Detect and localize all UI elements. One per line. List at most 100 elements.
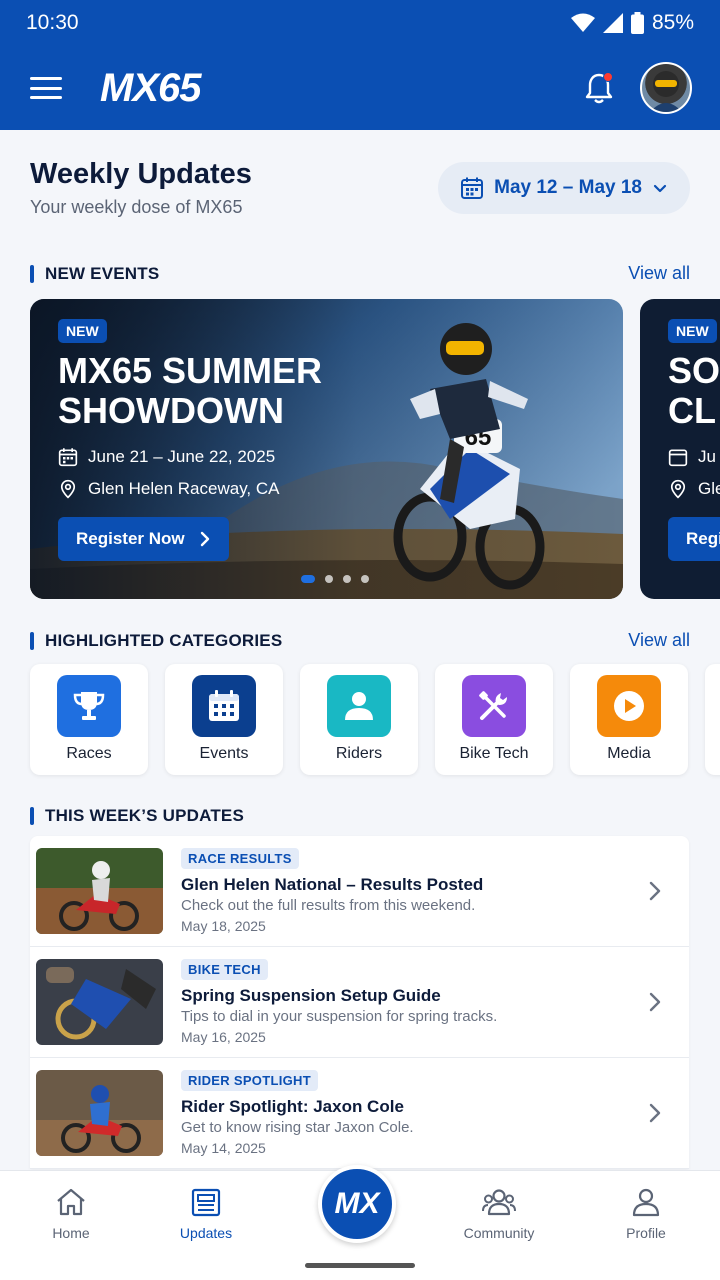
home-icon [57,1188,85,1216]
signal-icon [602,13,623,33]
carousel-dot[interactable] [343,575,351,583]
carousel-dot-active[interactable] [301,575,315,583]
category-tile-peek[interactable] [705,664,720,775]
chevron-right-icon [200,531,209,547]
update-date: May 16, 2025 [181,1029,266,1045]
register-now-button[interactable]: Register Now [58,517,229,561]
event-card-peek[interactable]: NEW SO CL Ju Gle Regi [640,299,720,599]
category-tag: RACE RESULTS [181,848,299,869]
nav-profile-label: Profile [626,1225,666,1241]
category-media[interactable]: Media [570,664,688,775]
notification-dot [603,72,613,82]
section-title-new-events: NEW EVENTS [30,264,159,284]
update-title: Spring Suspension Setup Guide [181,986,441,1005]
section-title-updates: THIS WEEK’S UPDATES [30,806,244,826]
calendar-icon [668,449,688,467]
chevron-right-icon [649,1103,661,1123]
nav-home-label: Home [52,1225,90,1241]
nav-home[interactable]: Home [16,1187,126,1241]
carousel-dots [301,575,369,583]
date-range-selector[interactable]: May 12 – May 18 [438,162,690,214]
location-pin-icon [670,479,686,499]
main-content: Weekly Updates Your weekly dose of MX65 … [0,130,720,1170]
updates-header: THIS WEEK’S UPDATES [30,806,690,826]
list-item[interactable]: RACE RESULTS Glen Helen National – Resul… [30,836,689,947]
nav-community-label: Community [463,1225,535,1241]
category-row: Races Events Riders Bike Tech Media [30,664,688,775]
new-events-header: NEW EVENTS View all [30,263,690,284]
bottom-navigation: Home Updates MX Community Profile [0,1165,720,1280]
update-thumbnail [36,959,163,1045]
register-label-peek: Regi [686,529,720,548]
new-badge: NEW [58,319,107,343]
avatar[interactable] [640,62,692,114]
nav-profile[interactable]: Profile [591,1187,701,1241]
community-icon [482,1189,516,1216]
category-label: Races [66,745,112,762]
category-label: Events [199,745,249,762]
event-date: June 21 – June 22, 2025 [88,447,276,466]
update-thumbnail [36,848,163,934]
status-bar: 10:30 85% [26,10,694,36]
status-time: 10:30 [26,11,79,34]
updates-list: RACE RESULTS Glen Helen National – Resul… [30,836,689,1169]
register-button-peek[interactable]: Regi [668,517,720,561]
event-date-peek: Ju [698,447,716,466]
top-app-bar: 10:30 85% MX65 [0,0,720,130]
home-indicator[interactable] [305,1263,415,1268]
carousel-dot[interactable] [325,575,333,583]
event-location: Glen Helen Raceway, CA [88,479,280,498]
tools-icon [479,691,507,720]
chevron-down-icon [653,184,667,193]
register-now-label: Register Now [76,529,185,548]
update-description: Tips to dial in your suspension for spri… [181,1008,498,1025]
category-tag: RIDER SPOTLIGHT [181,1070,318,1091]
event-title-peek: SO CL [668,350,720,431]
categories-view-all-link[interactable]: View all [628,630,690,651]
page-subtitle: Your weekly dose of MX65 [30,197,243,217]
battery-icon [630,12,644,34]
date-range-label: May 12 – May 18 [494,177,642,198]
battery-percent: 85% [651,11,694,34]
update-date: May 18, 2025 [181,918,266,934]
nav-community[interactable]: Community [444,1187,554,1241]
app-bar: MX65 [30,60,692,116]
event-location-peek: Gle [698,479,720,498]
carousel-dot[interactable] [361,575,369,583]
update-thumbnail [36,1070,163,1156]
calendar-icon [58,448,78,467]
location-pin-icon [60,479,76,499]
update-title: Glen Helen National – Results Posted [181,875,484,894]
profile-icon [632,1188,660,1217]
newspaper-icon [191,1188,221,1217]
categories-header: HIGHLIGHTED CATEGORIES View all [30,630,690,651]
section-title-categories: HIGHLIGHTED CATEGORIES [30,631,282,651]
new-events-view-all-link[interactable]: View all [628,263,690,284]
category-events[interactable]: Events [165,664,283,775]
app-logo: MX65 [100,65,201,110]
category-races[interactable]: Races [30,664,148,775]
list-item[interactable]: BIKE TECH Spring Suspension Setup Guide … [30,947,689,1058]
menu-icon[interactable] [30,77,62,99]
calendar-icon [209,690,239,721]
nav-updates-label: Updates [179,1225,233,1241]
update-date: May 14, 2025 [181,1140,266,1156]
category-riders[interactable]: Riders [300,664,418,775]
nav-updates[interactable]: Updates [151,1187,261,1241]
category-label: Bike Tech [459,745,529,762]
list-item[interactable]: RIDER SPOTLIGHT Rider Spotlight: Jaxon C… [30,1058,689,1169]
update-description: Get to know rising star Jaxon Cole. [181,1119,414,1136]
event-title: MX65 SUMMER SHOWDOWN [58,350,323,431]
update-title: Rider Spotlight: Jaxon Cole [181,1097,404,1116]
page-title: Weekly Updates [30,158,252,190]
event-card[interactable]: 65 NEW MX65 SUMMER SHOWDOWN June 21 – Ju… [30,299,623,599]
category-tag: BIKE TECH [181,959,268,980]
person-icon [345,692,373,720]
mx-center-button[interactable]: MX [318,1165,396,1243]
chevron-right-icon [649,992,661,1012]
rider-avatar-icon [650,71,682,112]
category-label: Riders [335,745,383,762]
notification-button[interactable] [582,71,616,105]
update-description: Check out the full results from this wee… [181,897,476,914]
category-bike-tech[interactable]: Bike Tech [435,664,553,775]
